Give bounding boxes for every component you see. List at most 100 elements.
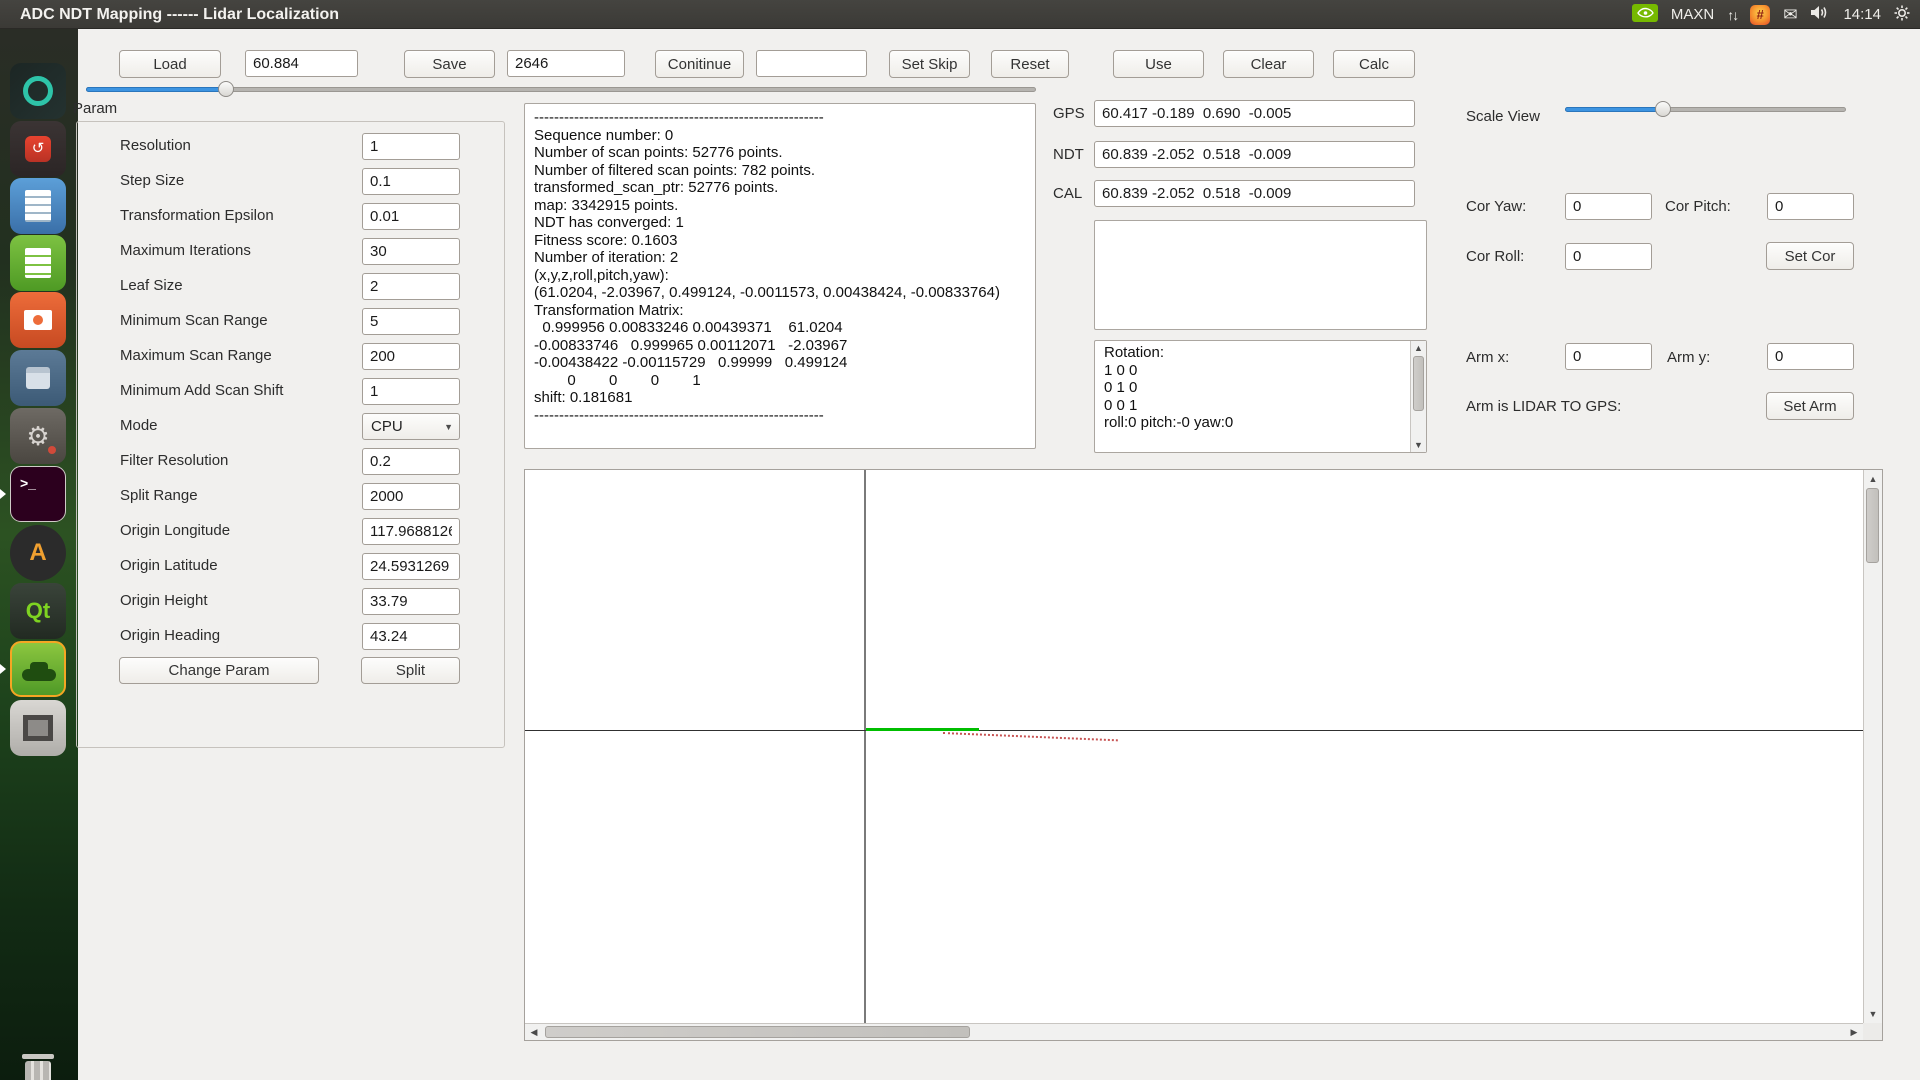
param-label-leaf-size: Leaf Size: [120, 277, 183, 294]
terminal-prompt-icon: >_: [20, 475, 36, 491]
param-field-maximum-scan-range[interactable]: [362, 343, 460, 370]
teal-ring-icon: [23, 76, 53, 106]
cal-pose-field[interactable]: [1094, 180, 1415, 207]
map-hscroll-thumb[interactable]: [545, 1026, 970, 1038]
param-field-transformation-epsilon[interactable]: [362, 203, 460, 230]
status-list-box[interactable]: [1094, 220, 1427, 330]
param-field-origin-longitude[interactable]: [362, 518, 460, 545]
dock-media-app[interactable]: [10, 63, 66, 119]
arm-x-field[interactable]: [1565, 343, 1652, 370]
use-button[interactable]: Use: [1113, 50, 1204, 78]
param-label-maximum-scan-range: Maximum Scan Range: [120, 347, 272, 364]
cor-roll-field[interactable]: [1565, 243, 1652, 270]
dock-lidar-app-active[interactable]: [10, 641, 66, 697]
nvidia-icon[interactable]: [1632, 4, 1658, 26]
param-label-minimum-scan-range: Minimum Scan Range: [120, 312, 268, 329]
dock-a-app[interactable]: A: [10, 525, 66, 581]
set-cor-button[interactable]: Set Cor: [1766, 242, 1854, 270]
param-field-maximum-iterations[interactable]: [362, 238, 460, 265]
dock-documents[interactable]: [10, 178, 66, 234]
arm-x-label: Arm x:: [1466, 349, 1509, 366]
param-field-filter-resolution[interactable]: [362, 448, 460, 475]
load-value-field[interactable]: [245, 50, 358, 77]
rotation-box[interactable]: Rotation: 1 0 0 0 1 0 0 0 1 roll:0 pitch…: [1094, 340, 1427, 453]
scroll-left-icon[interactable]: ◀: [527, 1027, 541, 1038]
arm-y-field[interactable]: [1767, 343, 1854, 370]
ndt-pose-field[interactable]: [1094, 141, 1415, 168]
param-field-origin-height[interactable]: [362, 588, 460, 615]
param-field-resolution[interactable]: [362, 133, 460, 160]
dock-system-settings[interactable]: ⚙: [10, 408, 66, 464]
map-vscroll-thumb[interactable]: [1866, 488, 1879, 563]
scroll-down-icon[interactable]: ▼: [1411, 440, 1426, 450]
gpu-mode-label: MAXN: [1671, 6, 1714, 23]
scale-view-slider[interactable]: [1565, 101, 1846, 117]
frame-slider[interactable]: [86, 81, 1036, 97]
param-label-origin-height: Origin Height: [120, 592, 208, 609]
log-output[interactable]: ----------------------------------------…: [524, 103, 1036, 449]
param-field-step-size[interactable]: [362, 168, 460, 195]
cor-pitch-field[interactable]: [1767, 193, 1854, 220]
input-method-icon[interactable]: #: [1750, 5, 1770, 25]
network-arrows-icon[interactable]: ↑↓: [1727, 7, 1737, 23]
dock-terminal[interactable]: >_: [10, 466, 66, 522]
spreadsheet-icon: [25, 248, 51, 278]
rotation-scrollbar[interactable]: ▲ ▼: [1410, 341, 1426, 452]
dock-printer-app[interactable]: [10, 700, 66, 756]
cor-yaw-field[interactable]: [1565, 193, 1652, 220]
param-label-mode: Mode: [120, 417, 158, 434]
dock-qt-creator[interactable]: Qt: [10, 583, 66, 639]
frame-slider-handle[interactable]: [218, 81, 234, 97]
param-field-leaf-size[interactable]: [362, 273, 460, 300]
log-text: ----------------------------------------…: [525, 104, 1035, 424]
set-arm-button[interactable]: Set Arm: [1766, 392, 1854, 420]
dock-software-updater[interactable]: ↺: [10, 121, 66, 177]
clock[interactable]: 14:14: [1843, 6, 1881, 23]
ndt-label: NDT: [1053, 146, 1084, 163]
param-field-minimum-add-scan-shift[interactable]: [362, 378, 460, 405]
save-value-field[interactable]: [507, 50, 625, 77]
param-field-minimum-scan-range[interactable]: [362, 308, 460, 335]
change-param-button[interactable]: Change Param: [119, 657, 319, 684]
calc-button[interactable]: Calc: [1333, 50, 1415, 78]
skip-value-field[interactable]: [756, 50, 867, 77]
mail-icon[interactable]: ✉: [1783, 5, 1797, 25]
map-view[interactable]: ▲ ▼ ◀ ▶: [524, 469, 1883, 1041]
param-field-split-range[interactable]: [362, 483, 460, 510]
dock-trash[interactable]: [10, 1043, 66, 1080]
scroll-up-icon[interactable]: ▲: [1411, 343, 1426, 353]
dock-package-app[interactable]: [10, 350, 66, 406]
param-label-maximum-iterations: Maximum Iterations: [120, 242, 251, 259]
map-hscrollbar[interactable]: ◀ ▶: [525, 1023, 1863, 1040]
gps-label: GPS: [1053, 105, 1085, 122]
param-label-origin-latitude: Origin Latitude: [120, 557, 218, 574]
continue-button[interactable]: Conitinue: [655, 50, 744, 78]
split-button[interactable]: Split: [361, 657, 460, 684]
scale-view-slider-handle[interactable]: [1655, 101, 1671, 117]
scroll-down-icon[interactable]: ▼: [1864, 1009, 1882, 1019]
param-field-origin-heading[interactable]: [362, 623, 460, 650]
map-vscrollbar[interactable]: ▲ ▼: [1863, 470, 1882, 1023]
mode-selected-value: CPU: [371, 418, 403, 435]
load-button[interactable]: Load: [119, 50, 221, 78]
mode-select[interactable]: CPU ▼: [362, 413, 460, 440]
dock-spreadsheet[interactable]: [10, 235, 66, 291]
clear-button[interactable]: Clear: [1223, 50, 1314, 78]
rotation-scroll-thumb[interactable]: [1413, 356, 1424, 411]
scrollbar-corner: [1863, 1023, 1882, 1040]
cor-roll-label: Cor Roll:: [1466, 248, 1524, 265]
session-gear-icon[interactable]: [1894, 5, 1910, 25]
scale-view-label: Scale View: [1466, 108, 1540, 125]
reset-button[interactable]: Reset: [991, 50, 1069, 78]
save-button[interactable]: Save: [404, 50, 495, 78]
volume-icon[interactable]: [1810, 5, 1830, 24]
param-field-origin-latitude[interactable]: [362, 553, 460, 580]
dock-presentation[interactable]: [10, 292, 66, 348]
scroll-right-icon[interactable]: ▶: [1847, 1027, 1861, 1038]
set-skip-button[interactable]: Set Skip: [889, 50, 970, 78]
gps-pose-field[interactable]: [1094, 100, 1415, 127]
map-canvas[interactable]: [525, 470, 1863, 1023]
crosshair-vline: [864, 470, 866, 1023]
param-label-resolution: Resolution: [120, 137, 191, 154]
scroll-up-icon[interactable]: ▲: [1864, 474, 1882, 484]
